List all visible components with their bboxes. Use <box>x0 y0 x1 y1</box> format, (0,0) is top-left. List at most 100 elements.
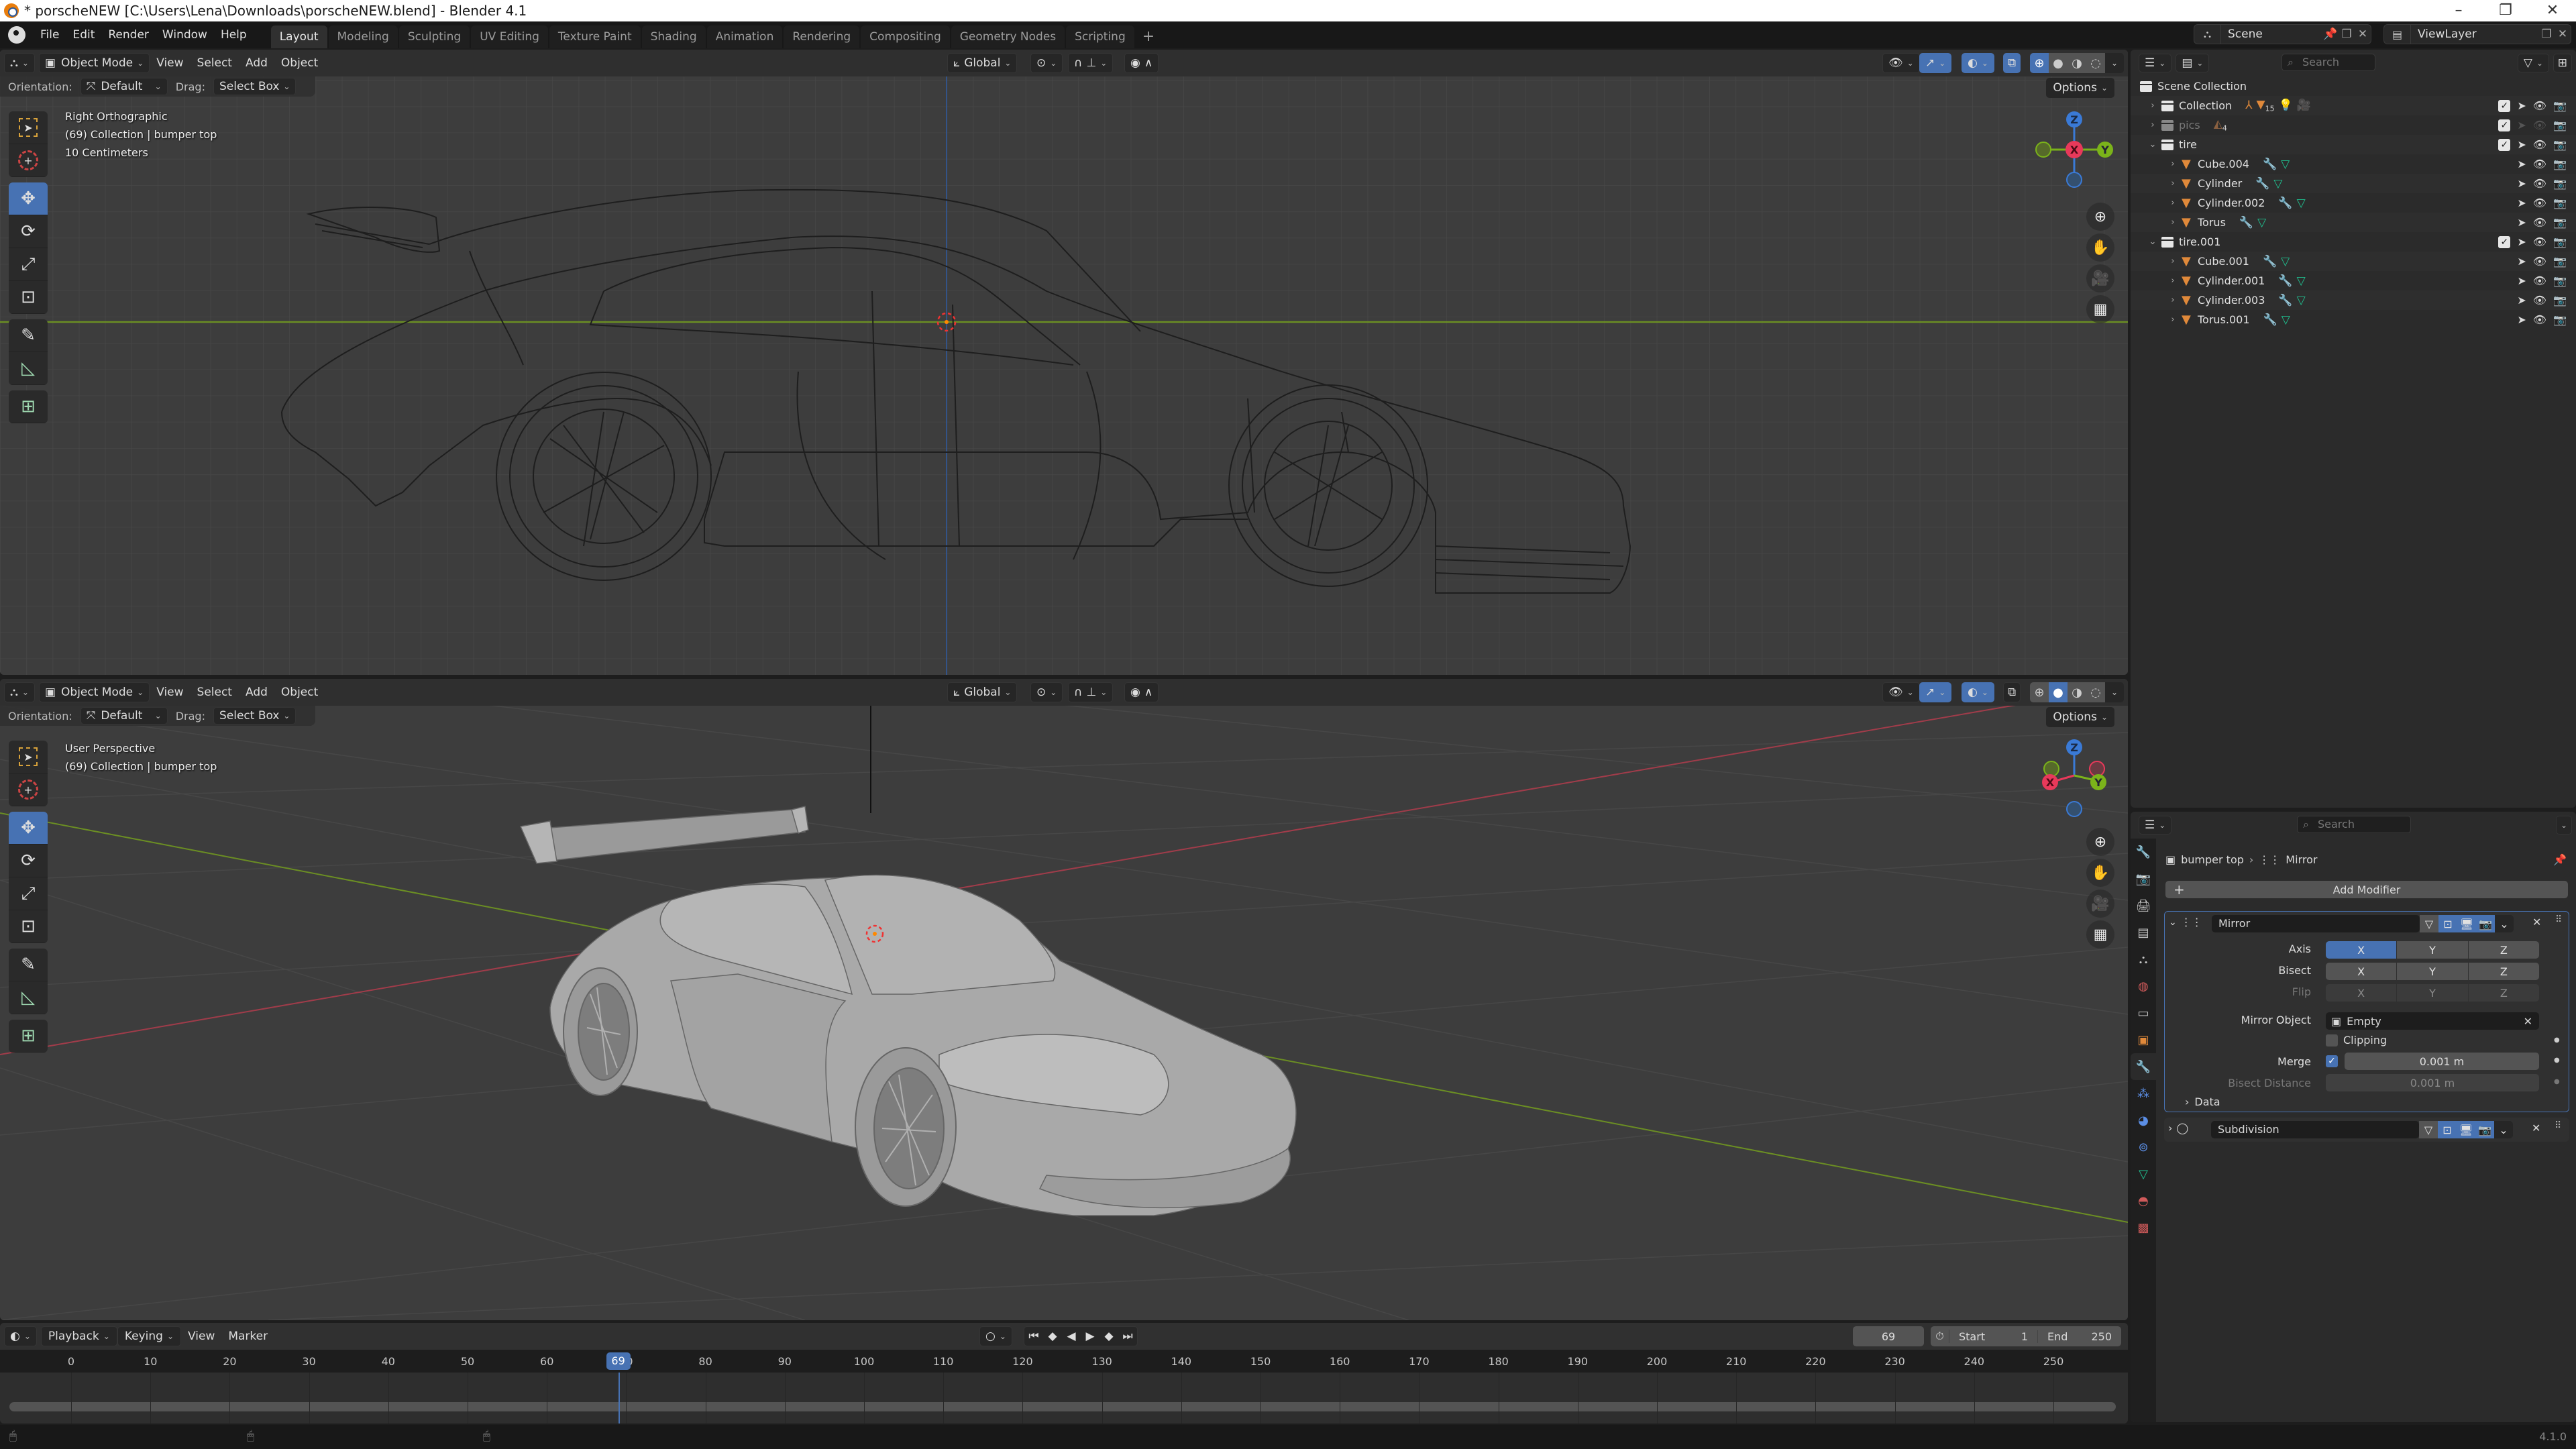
tab-collection[interactable]: ▭ <box>2131 1000 2156 1026</box>
mesh-data-icon[interactable]: ▽ <box>2297 274 2306 288</box>
display-mode-dropdown[interactable]: ▤ ⌄ <box>2176 54 2210 72</box>
tab-physics[interactable]: ◕ <box>2131 1107 2156 1134</box>
wireframe-shading-button[interactable]: ⊕ <box>2030 682 2049 702</box>
render-camera-icon[interactable]: 📷 <box>2553 294 2567 307</box>
modifier-wrench-icon[interactable]: 🔧 <box>2263 158 2277 171</box>
rendered-shading-button[interactable]: ◌ <box>2086 682 2105 702</box>
viewport-user-perspective[interactable]: ⛬ ⌄ ▣ Object Mode ⌄ View Select Add Object … <box>0 679 2128 1320</box>
scene-name[interactable]: Scene <box>2221 28 2322 41</box>
tab-compositing[interactable]: Compositing <box>861 25 950 48</box>
menu-file[interactable]: File <box>34 21 66 48</box>
camera-object-icon[interactable]: 🎥 <box>2297 99 2311 112</box>
timeline-scrollbar[interactable] <box>9 1402 2116 1411</box>
mesh-data-icon[interactable]: ▽ <box>2297 197 2306 210</box>
properties-options-dropdown[interactable]: ⌄ <box>2555 816 2572 835</box>
play-button[interactable]: ▶ <box>1081 1330 1099 1343</box>
outliner-object-row[interactable]: › ▼ Cube.001 🔧 ▽ ➤ 👁 📷 <box>2131 252 2576 271</box>
annotate-tool[interactable]: ✎ <box>9 319 48 352</box>
options-dropdown[interactable]: Options ⌄ <box>2046 78 2114 98</box>
on-cage-toggle[interactable]: ⊡ <box>2438 1121 2457 1138</box>
expand-arrow-icon[interactable]: › <box>2168 276 2178 286</box>
remove-modifier-button[interactable]: ✕ <box>2532 1122 2540 1134</box>
outliner-editor-type-button[interactable]: ☰ ⌄ <box>2139 54 2172 72</box>
modifier-extras-dropdown[interactable]: ⌄ <box>2495 915 2514 932</box>
tab-object[interactable]: ▣ <box>2131 1026 2156 1053</box>
tab-scripting[interactable]: Scripting <box>1066 25 1134 48</box>
visibility-eye-icon[interactable]: 👁 <box>2533 119 2546 131</box>
tab-tool[interactable]: 🔧 <box>2131 839 2156 865</box>
mesh-data-icon[interactable]: ▽ <box>2257 216 2266 229</box>
add-modifier-button[interactable]: + Add Modifier <box>2165 881 2568 898</box>
rotate-tool[interactable]: ⟳ <box>9 215 48 248</box>
rendered-shading-button[interactable]: ◌ <box>2086 53 2105 73</box>
new-collection-button[interactable]: ⊞ <box>2553 54 2572 72</box>
selectable-toggle-icon[interactable]: ➤ <box>2517 274 2526 287</box>
toggle-ortho-button[interactable]: ▦ <box>2086 920 2114 949</box>
transform-orientation-dropdown[interactable]: ⟀ Global ⌄ <box>947 682 1018 702</box>
menu-select[interactable]: Select <box>191 686 239 699</box>
mode-dropdown[interactable]: ▣ Object Mode ⌄ <box>38 682 150 702</box>
orientation-dropdown[interactable]: ⤧ Default ⌄ <box>80 78 168 95</box>
current-frame-field[interactable]: 69 <box>1853 1326 1924 1346</box>
transform-tool[interactable]: ⊡ <box>9 910 48 943</box>
menu-object[interactable]: Object <box>274 686 325 699</box>
rotate-tool[interactable]: ⟳ <box>9 845 48 877</box>
stopwatch-icon[interactable]: ⏱ <box>1931 1330 1949 1343</box>
visibility-eye-icon[interactable]: 👁 <box>2533 255 2546 268</box>
overlays-toggle[interactable]: ◐ ⌄ <box>1962 682 1994 702</box>
outliner-object-row[interactable]: › ▼ Cylinder 🔧 ▽ ➤ 👁 📷 <box>2131 174 2576 193</box>
selectability-visibility-dropdown[interactable]: 👁 ⌄ <box>1882 682 1920 702</box>
flip-z-toggle[interactable]: Z <box>2468 984 2539 1002</box>
remove-view-layer-icon[interactable]: ✕ <box>2555 28 2571 41</box>
filter-dropdown[interactable]: ▽ ⌄ <box>2517 54 2549 72</box>
pin-icon[interactable]: 📌 <box>2553 853 2567 866</box>
playhead-line[interactable] <box>618 1373 620 1424</box>
outliner-root[interactable]: Scene Collection <box>2131 76 2576 96</box>
selectable-toggle-icon[interactable]: ➤ <box>2517 235 2526 248</box>
editor-type-button[interactable]: ⛬ ⌄ <box>4 53 35 73</box>
timeline-editor-type-button[interactable]: ◐ ⌄ <box>4 1326 37 1346</box>
bisect-y-toggle[interactable]: Y <box>2397 963 2468 980</box>
expand-chevron-icon[interactable]: › <box>2168 1122 2172 1134</box>
exclude-checkbox[interactable]: ✓ <box>2498 235 2511 248</box>
edit-mode-toggle[interactable]: ▽ <box>2419 1121 2438 1138</box>
annotate-tool[interactable]: ✎ <box>9 949 48 981</box>
tab-modeling[interactable]: Modeling <box>328 25 398 48</box>
xray-toggle[interactable]: ⧉ <box>2003 53 2021 73</box>
render-camera-icon[interactable]: 📷 <box>2553 255 2567 268</box>
visibility-eye-icon[interactable]: 👁 <box>2533 138 2546 151</box>
clipping-checkbox[interactable]: Clipping <box>2326 1034 2387 1046</box>
pan-view-button[interactable]: ✋ <box>2086 233 2114 262</box>
start-frame-field[interactable]: Start 1 <box>1949 1330 2038 1343</box>
gizmo-toggle[interactable]: ↗ ⌄ <box>1919 682 1952 702</box>
orientation-dropdown[interactable]: ⤧ Default ⌄ <box>80 707 168 724</box>
add-cube-tool[interactable]: ⊞ <box>9 390 48 423</box>
selectable-toggle-icon[interactable]: ➤ <box>2517 255 2526 268</box>
expand-arrow-icon[interactable]: › <box>2168 159 2178 169</box>
realtime-toggle[interactable]: 🖥 <box>2457 1121 2475 1138</box>
selectable-toggle-icon[interactable]: ➤ <box>2517 158 2526 170</box>
close-button[interactable]: ✕ <box>2529 0 2576 21</box>
tab-rendering[interactable]: Rendering <box>784 25 860 48</box>
modifier-wrench-icon[interactable]: 🔧 <box>2263 255 2277 268</box>
render-camera-icon[interactable]: 📷 <box>2553 119 2567 131</box>
selectable-toggle-icon[interactable]: ➤ <box>2517 294 2526 307</box>
merge-checkbox[interactable]: ✓ <box>2326 1055 2338 1067</box>
render-camera-icon[interactable]: 📷 <box>2553 138 2567 151</box>
menu-add[interactable]: Add <box>239 686 274 699</box>
modifier-wrench-icon[interactable]: 🔧 <box>2263 313 2277 327</box>
exclude-checkbox[interactable]: ✓ <box>2498 138 2511 151</box>
mirror-object-field[interactable]: ▣ Empty ✕ <box>2326 1012 2539 1030</box>
keyframe-dot-icon[interactable]: ● <box>2554 1036 2560 1044</box>
select-box-tool[interactable]: ➤ <box>9 741 48 773</box>
proportional-edit-toggle[interactable]: ◉ ∧ <box>1124 53 1159 73</box>
snap-toggle[interactable]: ∩ ⊥ ⌄ <box>1068 53 1114 73</box>
mesh-count-badge[interactable]: ▼15 <box>2257 98 2275 113</box>
timeline-track-area[interactable] <box>0 1373 2128 1424</box>
shading-options-dropdown[interactable]: ⌄ <box>2105 53 2124 73</box>
selectable-toggle-icon[interactable]: ➤ <box>2517 313 2526 326</box>
visibility-eye-icon[interactable]: 👁 <box>2533 274 2546 287</box>
proportional-edit-toggle[interactable]: ◉ ∧ <box>1124 682 1159 702</box>
new-scene-icon[interactable]: ❐ <box>2339 28 2355 41</box>
tab-output[interactable]: 🖨 <box>2131 892 2156 919</box>
